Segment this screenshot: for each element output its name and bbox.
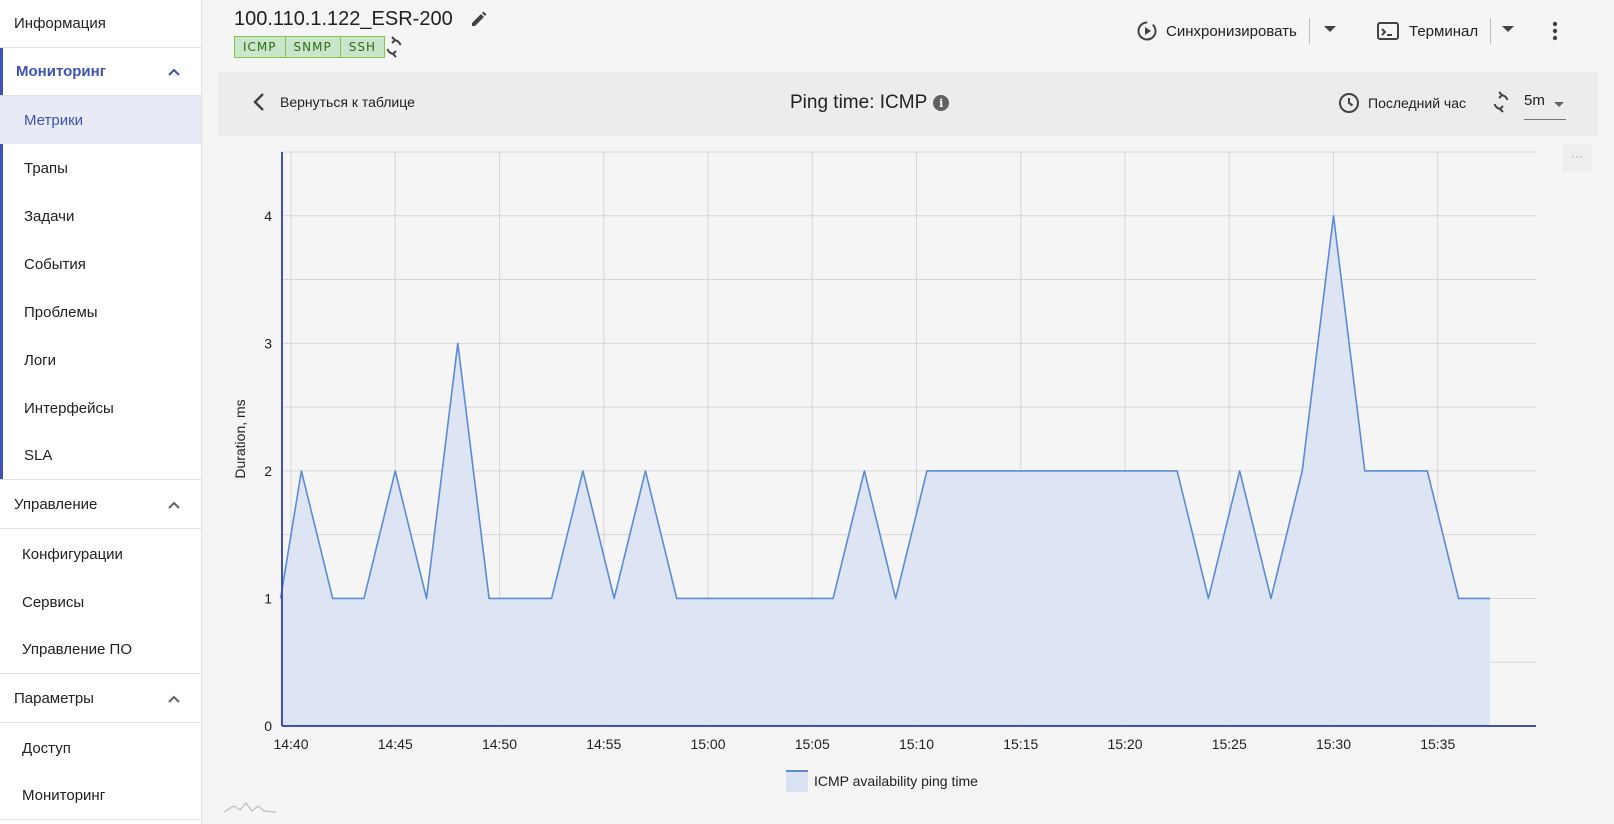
sidebar-item-events[interactable]: События [0, 240, 201, 288]
sidebar-item-label: События [24, 255, 86, 273]
info-icon[interactable]: i [933, 95, 950, 111]
sidebar-item-label: Логи [24, 351, 57, 369]
badge-icmp: ICMP [234, 36, 286, 58]
sidebar-item-label: Проблемы [24, 303, 98, 321]
time-range-selector[interactable]: Последний час [1338, 92, 1466, 114]
synchronize-button[interactable]: Синхронизировать [1136, 16, 1297, 46]
refresh-interval-select[interactable]: 5m [1524, 92, 1566, 120]
chevron-up-icon [168, 68, 180, 76]
page-title: 100.110.1.122_ESR-200 [234, 8, 453, 30]
badge-snmp: SNMP [285, 36, 341, 58]
sidebar-item-tasks[interactable]: Задачи [0, 192, 201, 240]
sidebar-item-access[interactable]: Доступ [0, 724, 201, 772]
sidebar-item-problems[interactable]: Проблемы [0, 288, 201, 336]
synchronize-dropdown-caret[interactable] [1324, 26, 1336, 32]
clock-icon [1339, 93, 1359, 113]
terminal-dropdown-caret[interactable] [1502, 26, 1514, 32]
badge-ssh: SSH [340, 36, 385, 58]
sidebar-section-management[interactable]: Управление [0, 481, 201, 529]
sidebar-item-label: Интерфейсы [24, 399, 114, 417]
sidebar-item-label: Трапы [24, 159, 68, 177]
sidebar-item-info[interactable]: Информация [0, 0, 201, 48]
sidebar-section-params[interactable]: Параметры [0, 675, 201, 723]
terminal-button[interactable]: Терминал [1377, 16, 1478, 46]
sidebar-item-label: Конфигурации [22, 545, 123, 563]
sidebar-item-configurations[interactable]: Конфигурации [0, 530, 201, 578]
terminal-label: Терминал [1409, 22, 1479, 40]
sidebar-item-traps[interactable]: Трапы [0, 144, 201, 192]
sidebar-item-software[interactable]: Управление ПО [0, 626, 201, 674]
back-to-table-button[interactable]: Вернуться к таблице [252, 92, 415, 112]
chevron-up-icon [168, 501, 180, 509]
more-vert-icon[interactable] [1552, 21, 1558, 41]
sidebar-item-label: Мониторинг [22, 787, 106, 804]
chart-panel-header: Вернуться к таблице Ping time: ICMP i По… [218, 72, 1598, 136]
sidebar-item-services[interactable]: Сервисы [0, 578, 201, 626]
sidebar-item-metrics[interactable]: Метрики [0, 96, 201, 144]
pencil-icon[interactable] [470, 10, 488, 28]
sidebar-section-monitoring[interactable]: Мониторинг [0, 48, 201, 96]
sidebar-section-label: Параметры [14, 690, 94, 707]
refresh-icon[interactable] [1490, 91, 1512, 113]
sidebar-item-label: SLA [24, 447, 53, 464]
sidebar-section-label: Мониторинг [16, 63, 106, 80]
chart-title: Ping time: ICMP i [790, 92, 950, 114]
synchronize-label: Синхронизировать [1166, 22, 1297, 40]
chart-panel: Вернуться к таблице Ping time: ICMP i По… [218, 72, 1598, 824]
device-header: 100.110.1.122_ESR-200 ICMP SNMP SSH Синх… [202, 0, 1614, 62]
sidebar-item-label: Метрики [24, 111, 84, 129]
sidebar-item-logs[interactable]: Логи [0, 336, 201, 384]
chevron-up-icon [168, 695, 180, 703]
play-sync-icon [1137, 21, 1157, 41]
sidebar-item-label: Задачи [24, 207, 75, 225]
time-range-label: Последний час [1368, 95, 1467, 111]
chevron-down-icon [1554, 102, 1564, 107]
protocol-badges: ICMP SNMP SSH [234, 36, 385, 58]
sidebar-item-sla[interactable]: SLA [0, 432, 201, 480]
sidebar-item-label: Доступ [22, 739, 71, 757]
sync-icon[interactable] [383, 36, 405, 58]
sidebar-item-label: Управление ПО [22, 641, 133, 658]
sidebar: Информация Мониторинг Метрики Трапы Зада… [0, 0, 202, 824]
sidebar-item-interfaces[interactable]: Интерфейсы [0, 384, 201, 432]
chevron-left-icon [253, 93, 264, 111]
sidebar-item-label: Сервисы [22, 593, 85, 611]
sidebar-section-label: Управление [14, 496, 98, 513]
chart-menu-button[interactable]: ··· [1562, 144, 1592, 172]
chart-title-text: Ping time: ICMP [790, 92, 928, 113]
divider [1490, 18, 1491, 44]
back-label: Вернуться к таблице [280, 94, 415, 110]
refresh-interval-value: 5m [1524, 92, 1545, 109]
sidebar-item-monitoring-params[interactable]: Мониторинг [0, 772, 201, 820]
divider [1309, 18, 1310, 44]
terminal-icon [1377, 22, 1399, 40]
sidebar-item-label: Информация [14, 15, 106, 32]
